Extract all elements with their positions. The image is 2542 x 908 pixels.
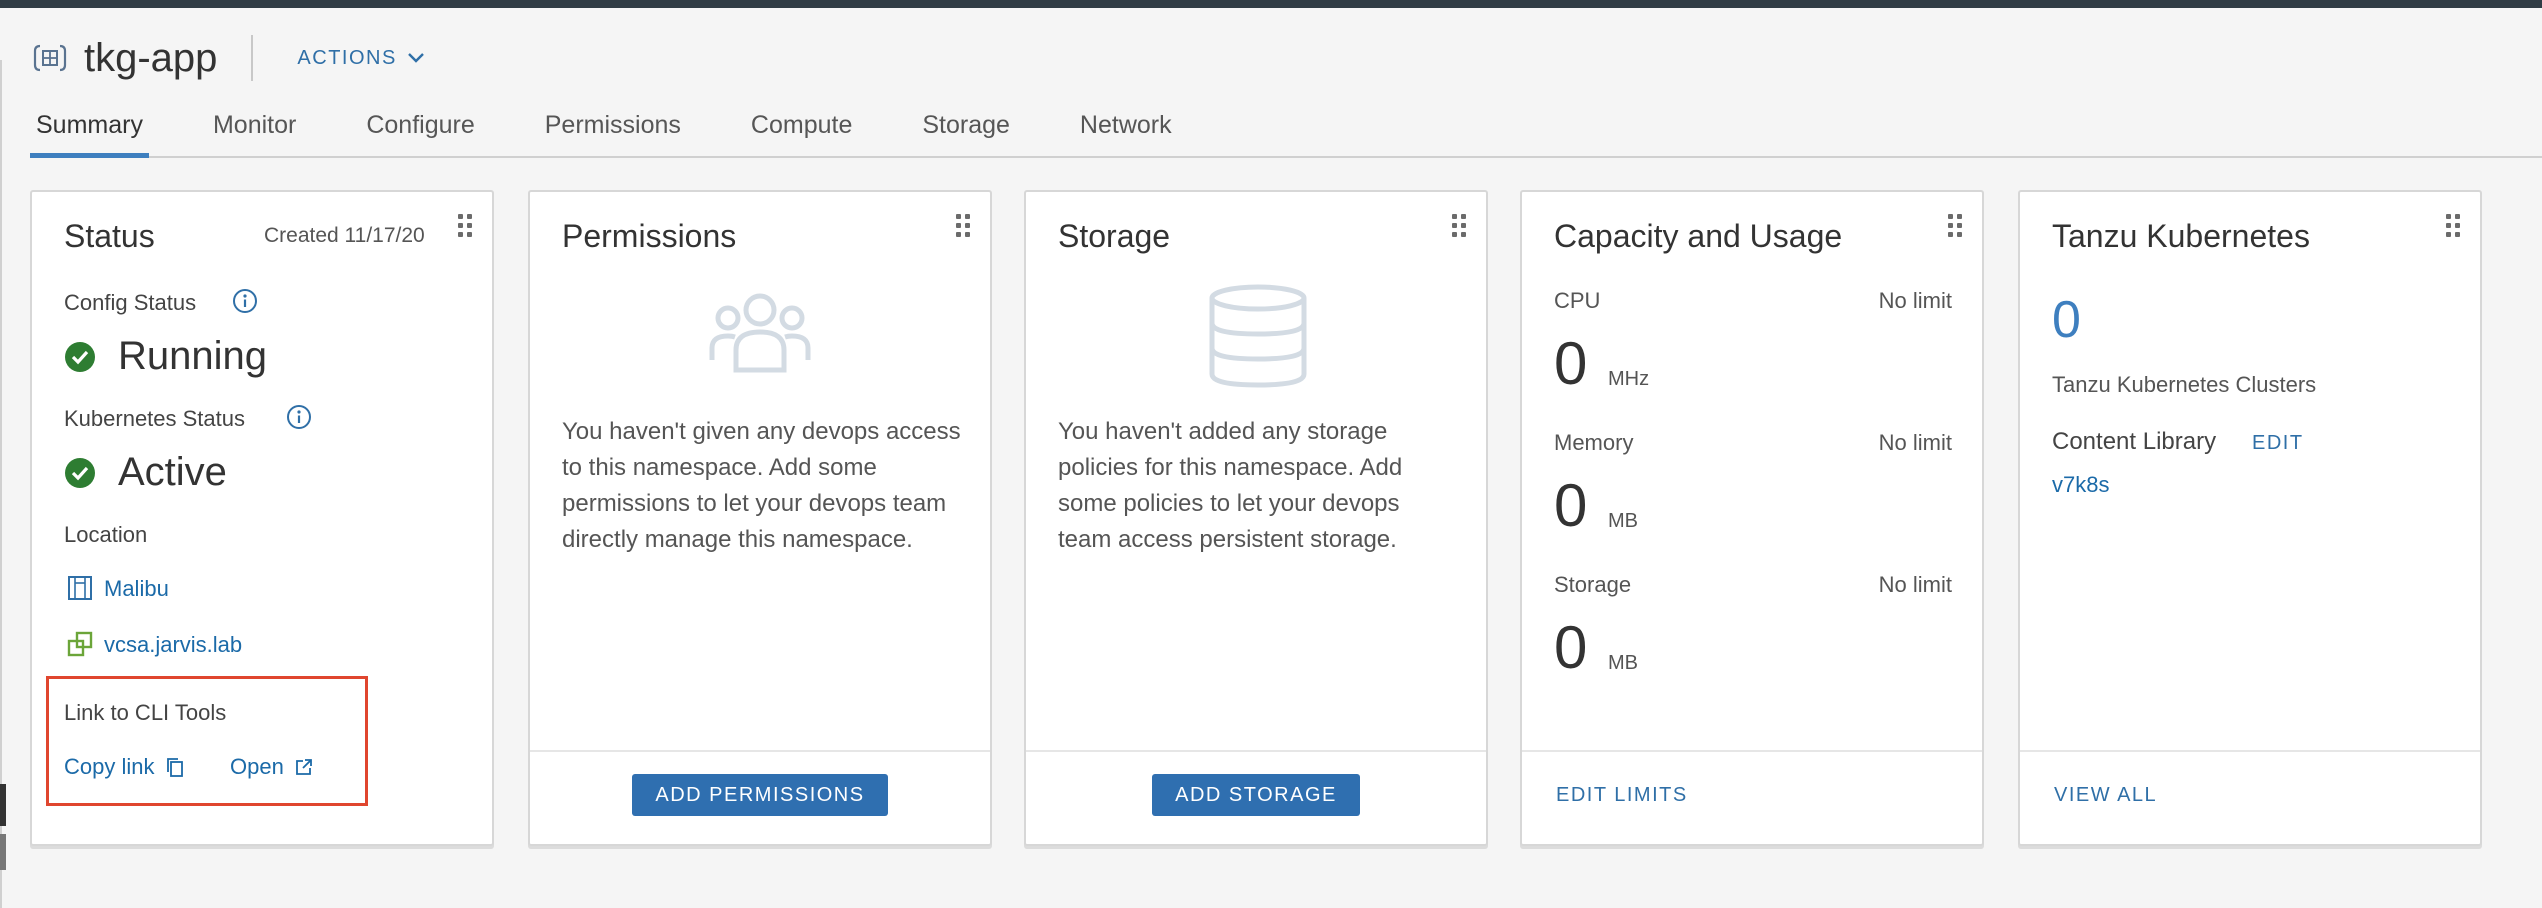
drag-handle-icon[interactable] [956, 214, 972, 240]
permissions-empty-message: You haven't given any devops access to t… [562, 418, 961, 553]
storage-card-footer: ADD STORAGE [1026, 750, 1486, 844]
check-circle-icon [65, 457, 95, 488]
tab-network[interactable]: Network [1074, 106, 1178, 156]
cpu-value: 0 [1554, 330, 1588, 397]
drag-handle-icon[interactable] [1948, 214, 1964, 240]
database-icon [1209, 284, 1307, 388]
clusters-label: Tanzu Kubernetes Clusters [2052, 372, 2317, 397]
storage-empty-message: You haven't added any storage policies f… [1058, 418, 1403, 553]
tanzu-card-footer: VIEW ALL [2020, 750, 2480, 844]
memory-value: 0 [1554, 472, 1588, 539]
permissions-card: Permissions You haven't given any devops… [528, 190, 992, 846]
memory-limit: No limit [1878, 430, 1952, 455]
config-status-value: Running [118, 334, 268, 378]
vcenter-icon [67, 631, 93, 657]
tab-permissions[interactable]: Permissions [539, 106, 687, 156]
tab-compute[interactable]: Compute [745, 106, 858, 156]
tab-bar: Summary Monitor Configure Permissions Co… [30, 106, 2542, 158]
actions-menu-button[interactable]: ACTIONS [297, 47, 424, 70]
namespace-icon [33, 44, 67, 72]
drag-handle-icon[interactable] [1452, 214, 1468, 240]
created-date: Created 11/17/20 [264, 224, 425, 247]
header-divider [251, 35, 254, 81]
page-title: tkg-app [84, 35, 218, 80]
content-library-label: Content Library [2052, 428, 2217, 455]
cpu-label: CPU [1554, 288, 1601, 313]
tab-monitor[interactable]: Monitor [207, 106, 302, 156]
cli-tools-highlight [46, 676, 368, 806]
actions-label: ACTIONS [297, 46, 397, 69]
chevron-down-icon [407, 53, 424, 63]
memory-label: Memory [1554, 430, 1634, 455]
tanzu-card-title: Tanzu Kubernetes [2052, 218, 2310, 254]
cpu-unit: MHz [1608, 368, 1650, 390]
capacity-usage-card: Capacity and Usage CPU No limit 0 MHz Me… [1520, 190, 1984, 846]
storage-usage-unit: MB [1608, 652, 1638, 674]
storage-usage-limit: No limit [1878, 572, 1952, 597]
permissions-card-footer: ADD PERMISSIONS [530, 750, 990, 844]
storage-card: Storage You haven't added any storage po… [1024, 190, 1488, 846]
location-label: Location [64, 522, 148, 547]
vcenter-link[interactable]: vcsa.jarvis.lab [104, 632, 242, 658]
info-icon[interactable] [232, 288, 258, 314]
status-card-title: Status [64, 218, 155, 254]
left-panel-edge [0, 60, 2, 908]
datacenter-link[interactable]: Malibu [104, 576, 169, 602]
tanzu-kubernetes-card: Tanzu Kubernetes 0 Tanzu Kubernetes Clus… [2018, 190, 2482, 846]
left-panel-handle[interactable] [0, 784, 6, 826]
kubernetes-status: Active [64, 450, 227, 495]
tab-configure[interactable]: Configure [360, 106, 480, 156]
permissions-card-title: Permissions [562, 218, 737, 254]
add-storage-button[interactable]: ADD STORAGE [1152, 774, 1360, 816]
edit-limits-button[interactable]: EDIT LIMITS [1556, 784, 1688, 807]
edit-content-library-button[interactable]: EDIT [2252, 432, 2304, 455]
memory-unit: MB [1608, 510, 1638, 532]
tab-summary[interactable]: Summary [30, 106, 149, 158]
left-panel-handle-secondary[interactable] [0, 834, 6, 870]
page-header: tkg-app ACTIONS [32, 30, 425, 86]
cluster-count-link[interactable]: 0 [2052, 290, 2081, 350]
check-circle-icon [65, 341, 95, 372]
config-status: Running [64, 334, 267, 379]
add-permissions-button[interactable]: ADD PERMISSIONS [632, 774, 888, 816]
capacity-card-footer: EDIT LIMITS [1522, 750, 1982, 844]
config-status-label: Config Status [64, 290, 197, 315]
view-all-button[interactable]: VIEW ALL [2054, 784, 2157, 807]
drag-handle-icon[interactable] [2446, 214, 2462, 240]
drag-handle-icon[interactable] [458, 214, 474, 240]
users-group-icon [709, 293, 811, 373]
storage-usage-label: Storage [1554, 572, 1632, 597]
content-library-link[interactable]: v7k8s [2052, 472, 2109, 498]
cpu-limit: No limit [1878, 288, 1952, 313]
storage-usage-value: 0 [1554, 614, 1588, 681]
kubernetes-status-label: Kubernetes Status [64, 406, 246, 431]
datacenter-icon [68, 576, 92, 600]
tab-storage[interactable]: Storage [916, 106, 1016, 156]
info-icon[interactable] [286, 404, 312, 430]
kubernetes-status-value: Active [118, 450, 227, 494]
top-bar [0, 0, 2542, 8]
capacity-card-title: Capacity and Usage [1554, 218, 1843, 254]
storage-card-title: Storage [1058, 218, 1171, 254]
